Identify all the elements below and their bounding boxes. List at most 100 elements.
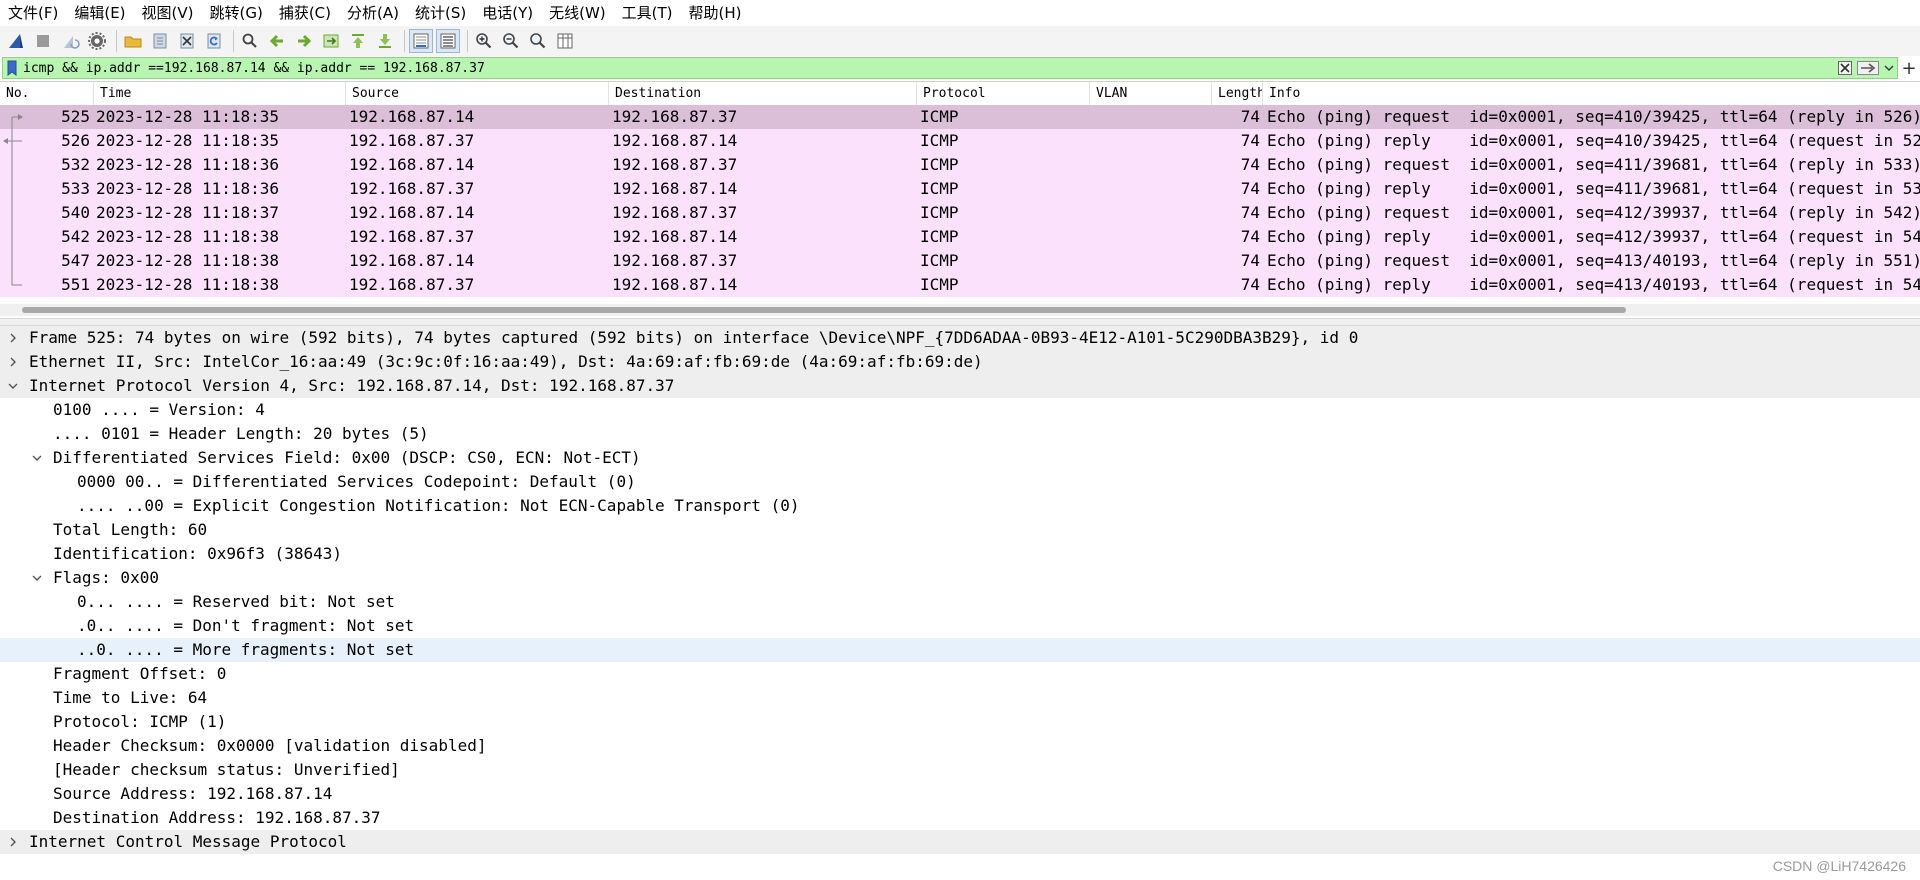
packet-row[interactable]: 526 2023-12-28 11:18:35 192.168.87.37 192.1… — [0, 129, 1920, 153]
display-filter-bar — [2, 57, 1898, 79]
menu-item-4[interactable]: 捕获(C) — [271, 0, 339, 26]
open-folder-icon[interactable] — [121, 29, 145, 53]
detail-tree-row[interactable]: .0.. .... = Don't fragment: Not set — [0, 614, 1920, 638]
cell-source: 192.168.87.37 — [349, 227, 475, 246]
stop-square-icon[interactable] — [31, 29, 55, 53]
menu-item-5[interactable]: 分析(A) — [339, 0, 407, 26]
chevron-down-icon[interactable] — [30, 446, 44, 470]
cell-length: 74 — [1240, 251, 1260, 270]
detail-tree-row[interactable]: Differentiated Services Field: 0x00 (DSC… — [0, 446, 1920, 470]
add-filter-button-plus-icon[interactable]: + — [1898, 57, 1920, 79]
detail-tree-row[interactable]: Flags: 0x00 — [0, 566, 1920, 590]
menu-item-0[interactable]: 文件(F) — [0, 0, 66, 26]
detail-tree-row[interactable]: Ethernet II, Src: IntelCor_16:aa:49 (3c:… — [0, 350, 1920, 374]
packet-row[interactable]: 547 2023-12-28 11:18:38 192.168.87.14 192.1… — [0, 249, 1920, 273]
pane-splitter[interactable] — [0, 318, 1920, 326]
chevron-right-icon[interactable] — [6, 830, 20, 854]
column-header-info[interactable]: Info — [1263, 82, 1920, 105]
capture-options-gear-icon[interactable] — [85, 29, 109, 53]
go-back-icon[interactable] — [265, 29, 289, 53]
resize-columns-icon[interactable] — [553, 29, 577, 53]
packet-row[interactable]: 532 2023-12-28 11:18:36 192.168.87.14 192.1… — [0, 153, 1920, 177]
packet-row[interactable]: 533 2023-12-28 11:18:36 192.168.87.37 192.1… — [0, 177, 1920, 201]
go-to-packet-icon[interactable] — [319, 29, 343, 53]
detail-tree-row[interactable]: Fragment Offset: 0 — [0, 662, 1920, 686]
menu-item-1[interactable]: 编辑(E) — [66, 0, 133, 26]
detail-tree-row[interactable]: Frame 525: 74 bytes on wire (592 bits), … — [0, 326, 1920, 350]
detail-tree-row[interactable]: 0000 00.. = Differentiated Services Code… — [0, 470, 1920, 494]
display-filter-input[interactable] — [21, 58, 1835, 78]
detail-tree-row[interactable]: Internet Protocol Version 4, Src: 192.16… — [0, 374, 1920, 398]
menu-item-6[interactable]: 统计(S) — [407, 0, 474, 26]
chevron-down-icon[interactable] — [6, 374, 20, 398]
column-header-protocol[interactable]: Protocol — [917, 82, 1090, 105]
close-file-icon[interactable] — [175, 29, 199, 53]
detail-tree-row[interactable]: Time to Live: 64 — [0, 686, 1920, 710]
detail-tree-row[interactable]: Protocol: ICMP (1) — [0, 710, 1920, 734]
chevron-right-icon[interactable] — [6, 350, 20, 374]
menu-item-3[interactable]: 跳转(G) — [202, 0, 271, 26]
detail-tree-row[interactable]: Identification: 0x96f3 (38643) — [0, 542, 1920, 566]
column-header-no[interactable]: No. — [0, 82, 94, 105]
menu-item-8[interactable]: 无线(W) — [541, 0, 614, 26]
menu-bar: 文件(F) 编辑(E) 视图(V) 跳转(G) 捕获(C) 分析(A) 统计(S) 电话(Y)… — [0, 0, 1920, 26]
detail-tree-row[interactable]: 0... .... = Reserved bit: Not set — [0, 590, 1920, 614]
cell-source: 192.168.87.37 — [349, 131, 475, 150]
packet-row[interactable]: 542 2023-12-28 11:18:38 192.168.87.37 192.1… — [0, 225, 1920, 249]
column-header-time[interactable]: Time — [94, 82, 346, 105]
detail-tree-row[interactable]: 0100 .... = Version: 4 — [0, 398, 1920, 422]
menu-item-2[interactable]: 视图(V) — [134, 0, 202, 26]
go-last-icon[interactable] — [373, 29, 397, 53]
go-forward-icon[interactable] — [292, 29, 316, 53]
detail-tree-row[interactable]: Header Checksum: 0x0000 [validation disa… — [0, 734, 1920, 758]
detail-tree-text: [Header checksum status: Unverified] — [53, 760, 400, 779]
clear-filter-icon[interactable] — [1835, 58, 1855, 78]
chevron-down-icon[interactable] — [30, 566, 44, 590]
menu-item-9[interactable]: 工具(T) — [614, 0, 681, 26]
cell-info: Echo (ping) reply id=0x0001, seq=413/401… — [1267, 275, 1920, 294]
toolbar-separator — [233, 30, 234, 52]
apply-filter-arrow-icon[interactable] — [1855, 58, 1881, 78]
restart-shark-fin-icon[interactable] — [58, 29, 82, 53]
cell-vlan — [1093, 177, 1210, 201]
zoom-out-icon[interactable] — [499, 29, 523, 53]
zoom-reset-icon[interactable] — [526, 29, 550, 53]
column-header-vlan[interactable]: VLAN — [1090, 82, 1212, 105]
cell-time: 2023-12-28 11:18:36 — [96, 179, 280, 198]
packet-row[interactable]: 540 2023-12-28 11:18:37 192.168.87.14 192.1… — [0, 201, 1920, 225]
menu-item-7[interactable]: 电话(Y) — [474, 0, 541, 26]
reload-icon[interactable] — [202, 29, 226, 53]
packet-list-hscroll-thumb[interactable] — [22, 307, 1626, 313]
column-header-length[interactable]: Length — [1212, 82, 1263, 105]
cell-source: 192.168.87.14 — [349, 155, 475, 174]
cell-protocol: ICMP — [920, 131, 959, 150]
detail-tree-row[interactable]: Total Length: 60 — [0, 518, 1920, 542]
packet-row[interactable]: 525 2023-12-28 11:18:35 192.168.87.14 192.1… — [0, 105, 1920, 129]
detail-tree-row[interactable]: ..0. .... = More fragments: Not set — [0, 638, 1920, 662]
cell-no: 526 — [61, 131, 90, 150]
detail-tree-row[interactable]: Source Address: 192.168.87.14 — [0, 782, 1920, 806]
zoom-in-icon[interactable] — [472, 29, 496, 53]
shark-fin-start-icon[interactable] — [4, 29, 28, 53]
detail-tree-row[interactable]: .... ..00 = Explicit Congestion Notifica… — [0, 494, 1920, 518]
detail-tree-row[interactable]: Internet Control Message Protocol — [0, 830, 1920, 854]
detail-tree-row[interactable]: .... 0101 = Header Length: 20 bytes (5) — [0, 422, 1920, 446]
detail-tree-text: 0000 00.. = Differentiated Services Code… — [77, 472, 636, 491]
column-header-source[interactable]: Source — [346, 82, 609, 105]
menu-item-10[interactable]: 帮助(H) — [681, 0, 750, 26]
filter-history-dropdown-icon[interactable] — [1881, 58, 1897, 78]
autoscroll-icon[interactable] — [409, 29, 433, 53]
filter-bookmark-icon[interactable] — [3, 58, 21, 78]
column-header-destination[interactable]: Destination — [609, 82, 917, 105]
save-file-icon[interactable] — [148, 29, 172, 53]
cell-protocol: ICMP — [920, 155, 959, 174]
packet-row[interactable]: 551 2023-12-28 11:18:38 192.168.87.37 192.1… — [0, 273, 1920, 297]
detail-tree-row[interactable]: [Header checksum status: Unverified] — [0, 758, 1920, 782]
chevron-right-icon[interactable] — [6, 326, 20, 350]
detail-tree-row[interactable]: Destination Address: 192.168.87.37 — [0, 806, 1920, 830]
colorize-icon[interactable] — [436, 29, 460, 53]
find-packet-icon[interactable] — [238, 29, 262, 53]
go-first-icon[interactable] — [346, 29, 370, 53]
cell-vlan — [1093, 273, 1210, 297]
cell-no: 533 — [61, 179, 90, 198]
